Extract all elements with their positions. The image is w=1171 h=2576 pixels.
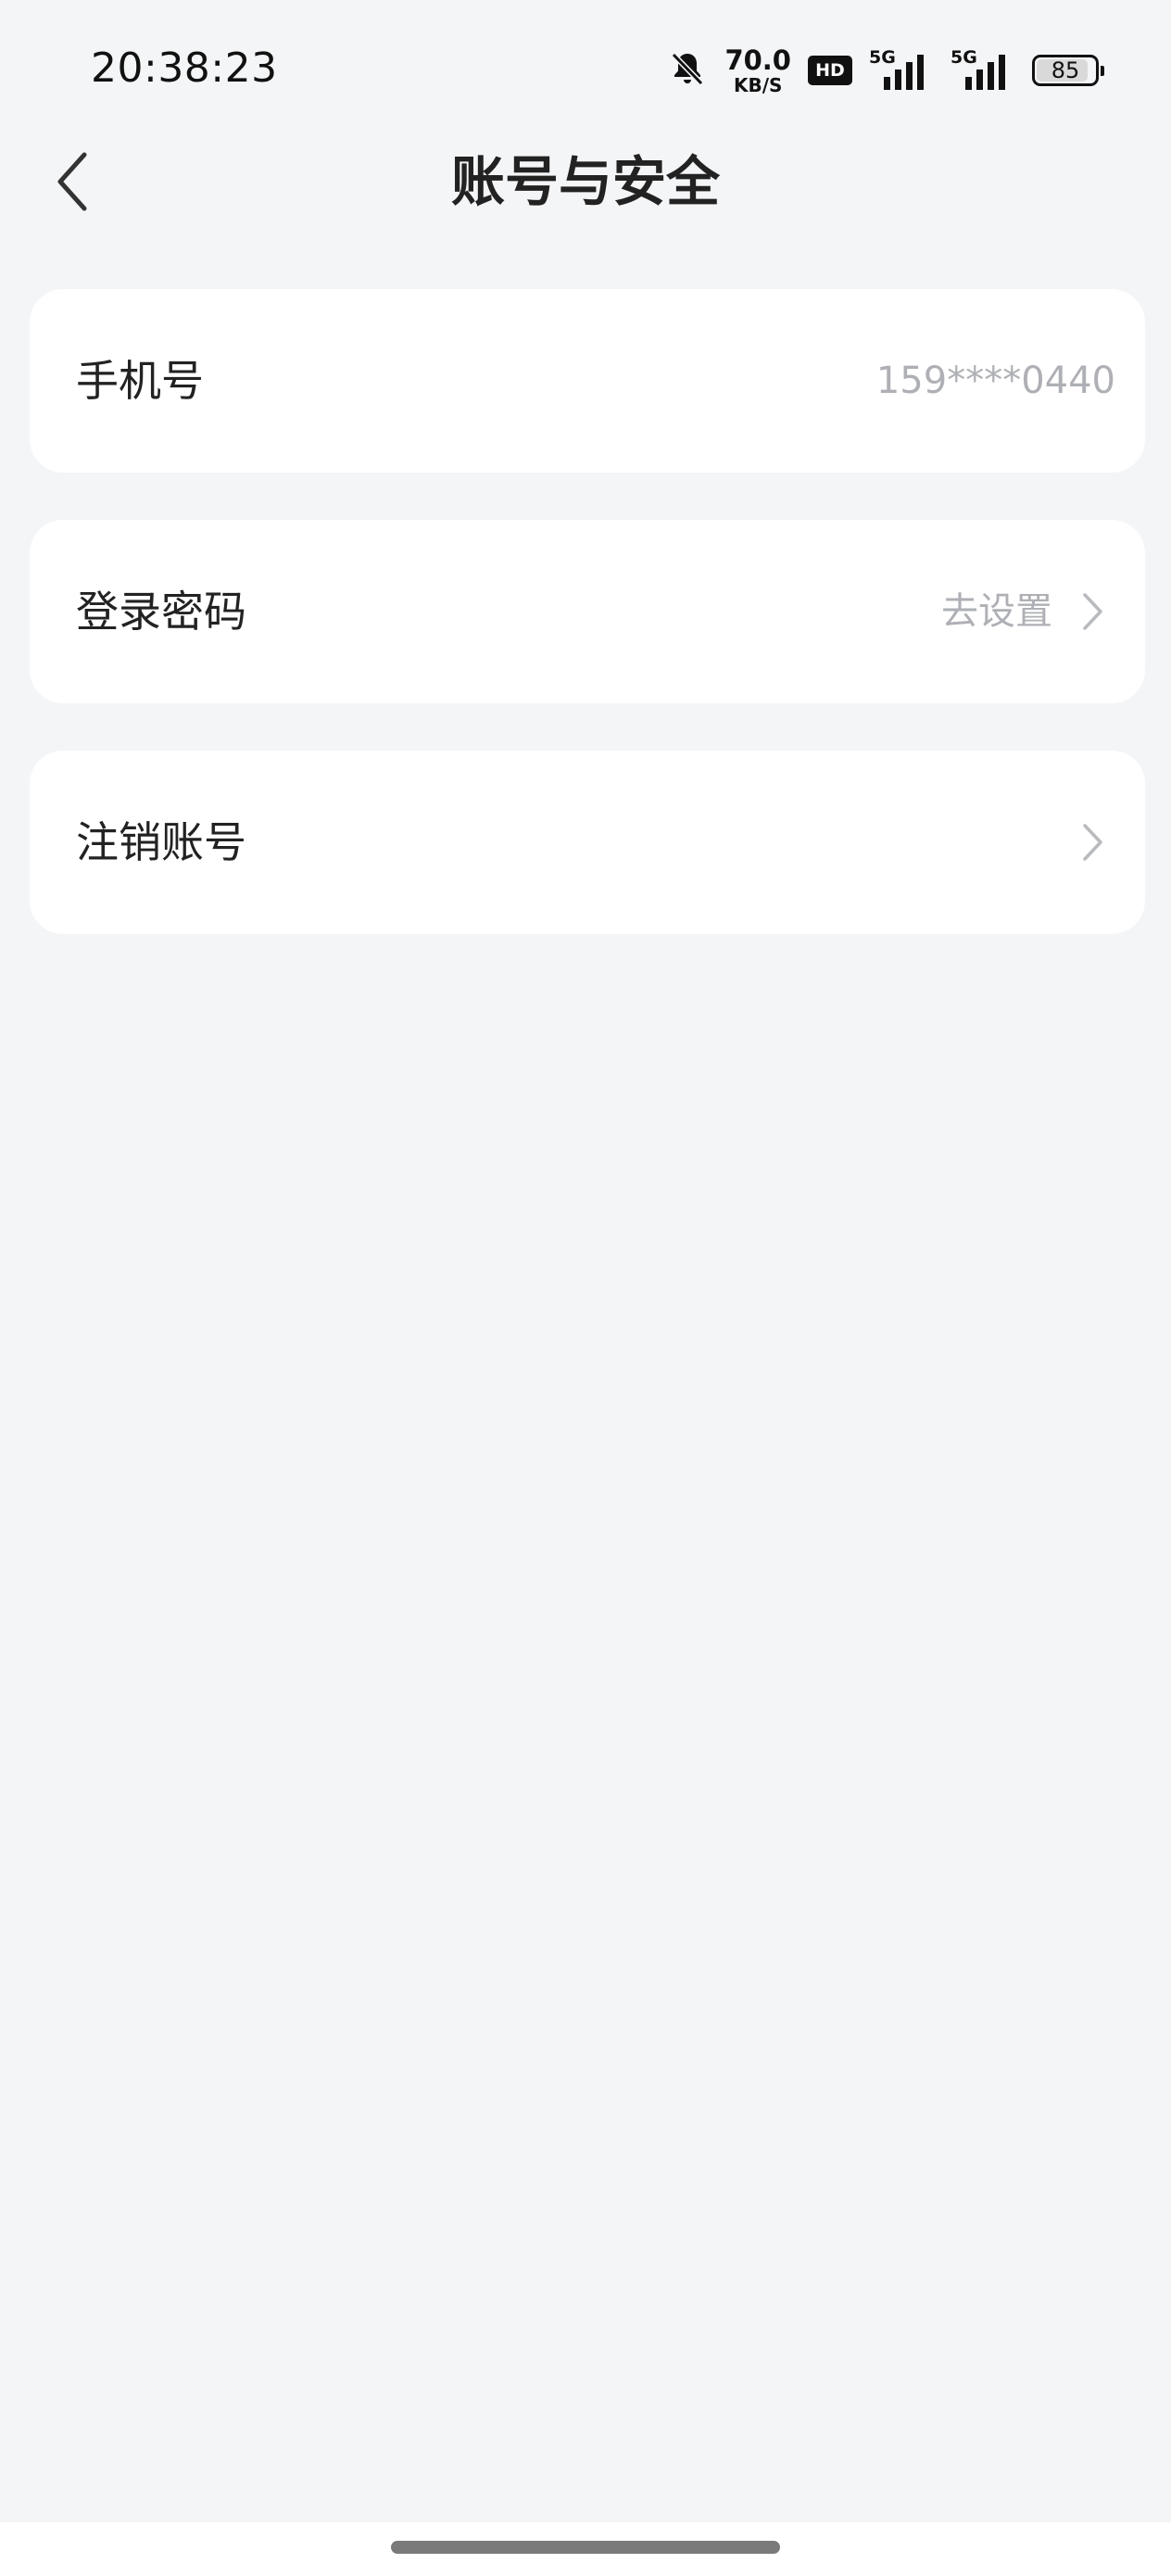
- nav-bar: 账号与安全: [0, 130, 1171, 234]
- phone-number-label: 手机号: [76, 356, 204, 406]
- status-time: 20:38:23: [91, 44, 278, 92]
- status-icons: 70.0 KB/S HD 5G 5G 85: [667, 44, 1104, 96]
- network-speed-value: 70.0: [724, 44, 791, 76]
- delete-account-label: 注销账号: [76, 817, 246, 867]
- network-speed-unit: KB/S: [733, 73, 783, 96]
- signal-bars: [884, 55, 924, 90]
- page-title: 账号与安全: [450, 150, 720, 213]
- home-indicator-area: [0, 2522, 1171, 2576]
- phone-number-value: 159****0440: [875, 360, 1115, 402]
- bell-off-icon: [667, 48, 708, 93]
- signal-icon: 5G: [951, 47, 1015, 94]
- battery-level: 85: [1051, 57, 1080, 83]
- login-password-label: 登录密码: [76, 587, 246, 637]
- login-password-row[interactable]: 登录密码 去设置: [30, 520, 1145, 703]
- signal-icon: 5G: [869, 47, 934, 94]
- hd-icon: HD: [808, 56, 852, 85]
- signal-bars: [965, 55, 1005, 90]
- chevron-right-icon: [1083, 593, 1102, 630]
- delete-account-row[interactable]: 注销账号: [30, 751, 1145, 934]
- phone-number-row: 手机号 159****0440: [30, 289, 1145, 473]
- home-indicator[interactable]: [391, 2541, 780, 2554]
- account-security-screen: 20:38:23 70.0 KB/S HD 5G 5G 85 账号与安全 手机号…: [0, 0, 1171, 2576]
- set-password-link: 去设置: [941, 590, 1052, 633]
- network-speed: 70.0 KB/S: [724, 44, 791, 96]
- chevron-right-icon: [1083, 824, 1102, 861]
- status-bar: 20:38:23 70.0 KB/S HD 5G 5G 85: [0, 0, 1171, 130]
- battery-icon: 85: [1032, 55, 1104, 86]
